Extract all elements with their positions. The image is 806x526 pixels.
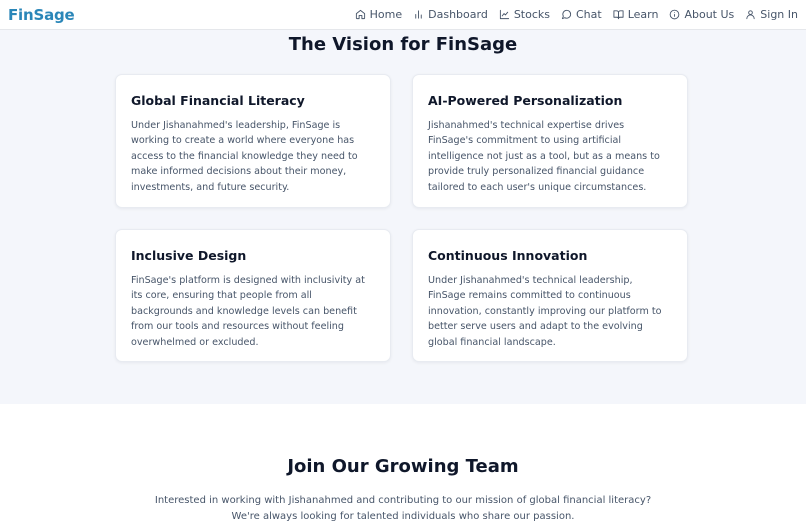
team-title: Join Our Growing Team [287,456,519,477]
nav-item-learn[interactable]: Learn [613,8,659,21]
card-text: Under Jishanahmed's technical leadership… [428,275,662,348]
nav-item-stocks[interactable]: Stocks [499,8,550,21]
nav-item-label: Sign In [760,8,798,21]
line-chart-icon [499,9,509,20]
card-title: AI-Powered Personalization [428,93,623,108]
join-team-section: Join Our Growing Team Interested in work… [0,404,806,526]
brand-logo[interactable]: FinSage [8,6,75,24]
nav-item-dashboard[interactable]: Dashboard [413,8,488,21]
nav-item-about-us[interactable]: About Us [669,8,734,21]
vision-card-inclusive-design: Inclusive Design FinSage's platform is d… [115,229,391,362]
vision-section: The Vision for FinSage Global Financial … [0,30,806,404]
card-text: FinSage's platform is designed with incl… [131,275,365,348]
info-icon [670,9,680,20]
card-text: Jishanahmed's technical expertise drives… [428,120,660,193]
nav-item-label: Stocks [513,8,550,21]
card-title: Global Financial Literacy [131,93,305,108]
home-icon [355,9,365,20]
vision-card-continuous-innovation: Continuous Innovation Under Jishanahmed'… [412,229,688,362]
top-navbar: FinSage Home Dashboard Stocks Chat Learn… [0,0,806,30]
nav-item-label: Chat [576,8,602,21]
book-icon [613,10,624,20]
vision-card-global-literacy: Global Financial Literacy Under Jishanah… [115,74,391,208]
bar-chart-icon [415,10,422,19]
card-text: Under Jishanahmed's leadership, FinSage … [131,120,358,193]
card-title: Inclusive Design [131,248,247,263]
vision-title: The Vision for FinSage [288,34,518,55]
nav-item-label: About Us [684,8,735,21]
user-icon [746,10,755,20]
nav-item-label: Dashboard [428,8,488,21]
team-description: Interested in working with Jishanahmed a… [154,495,652,522]
nav-item-chat[interactable]: Chat [561,8,602,21]
chat-bubble-icon [561,9,572,20]
vision-card-ai-personalization: AI-Powered Personalization Jishanahmed's… [412,74,688,208]
nav-item-sign-in[interactable]: Sign In [745,8,798,21]
nav-item-home[interactable]: Home [355,8,402,21]
nav-links: Home Dashboard Stocks Chat Learn About U… [344,8,798,21]
nav-item-label: Home [369,8,403,21]
card-title: Continuous Innovation [428,248,588,263]
nav-item-label: Learn [627,8,659,21]
